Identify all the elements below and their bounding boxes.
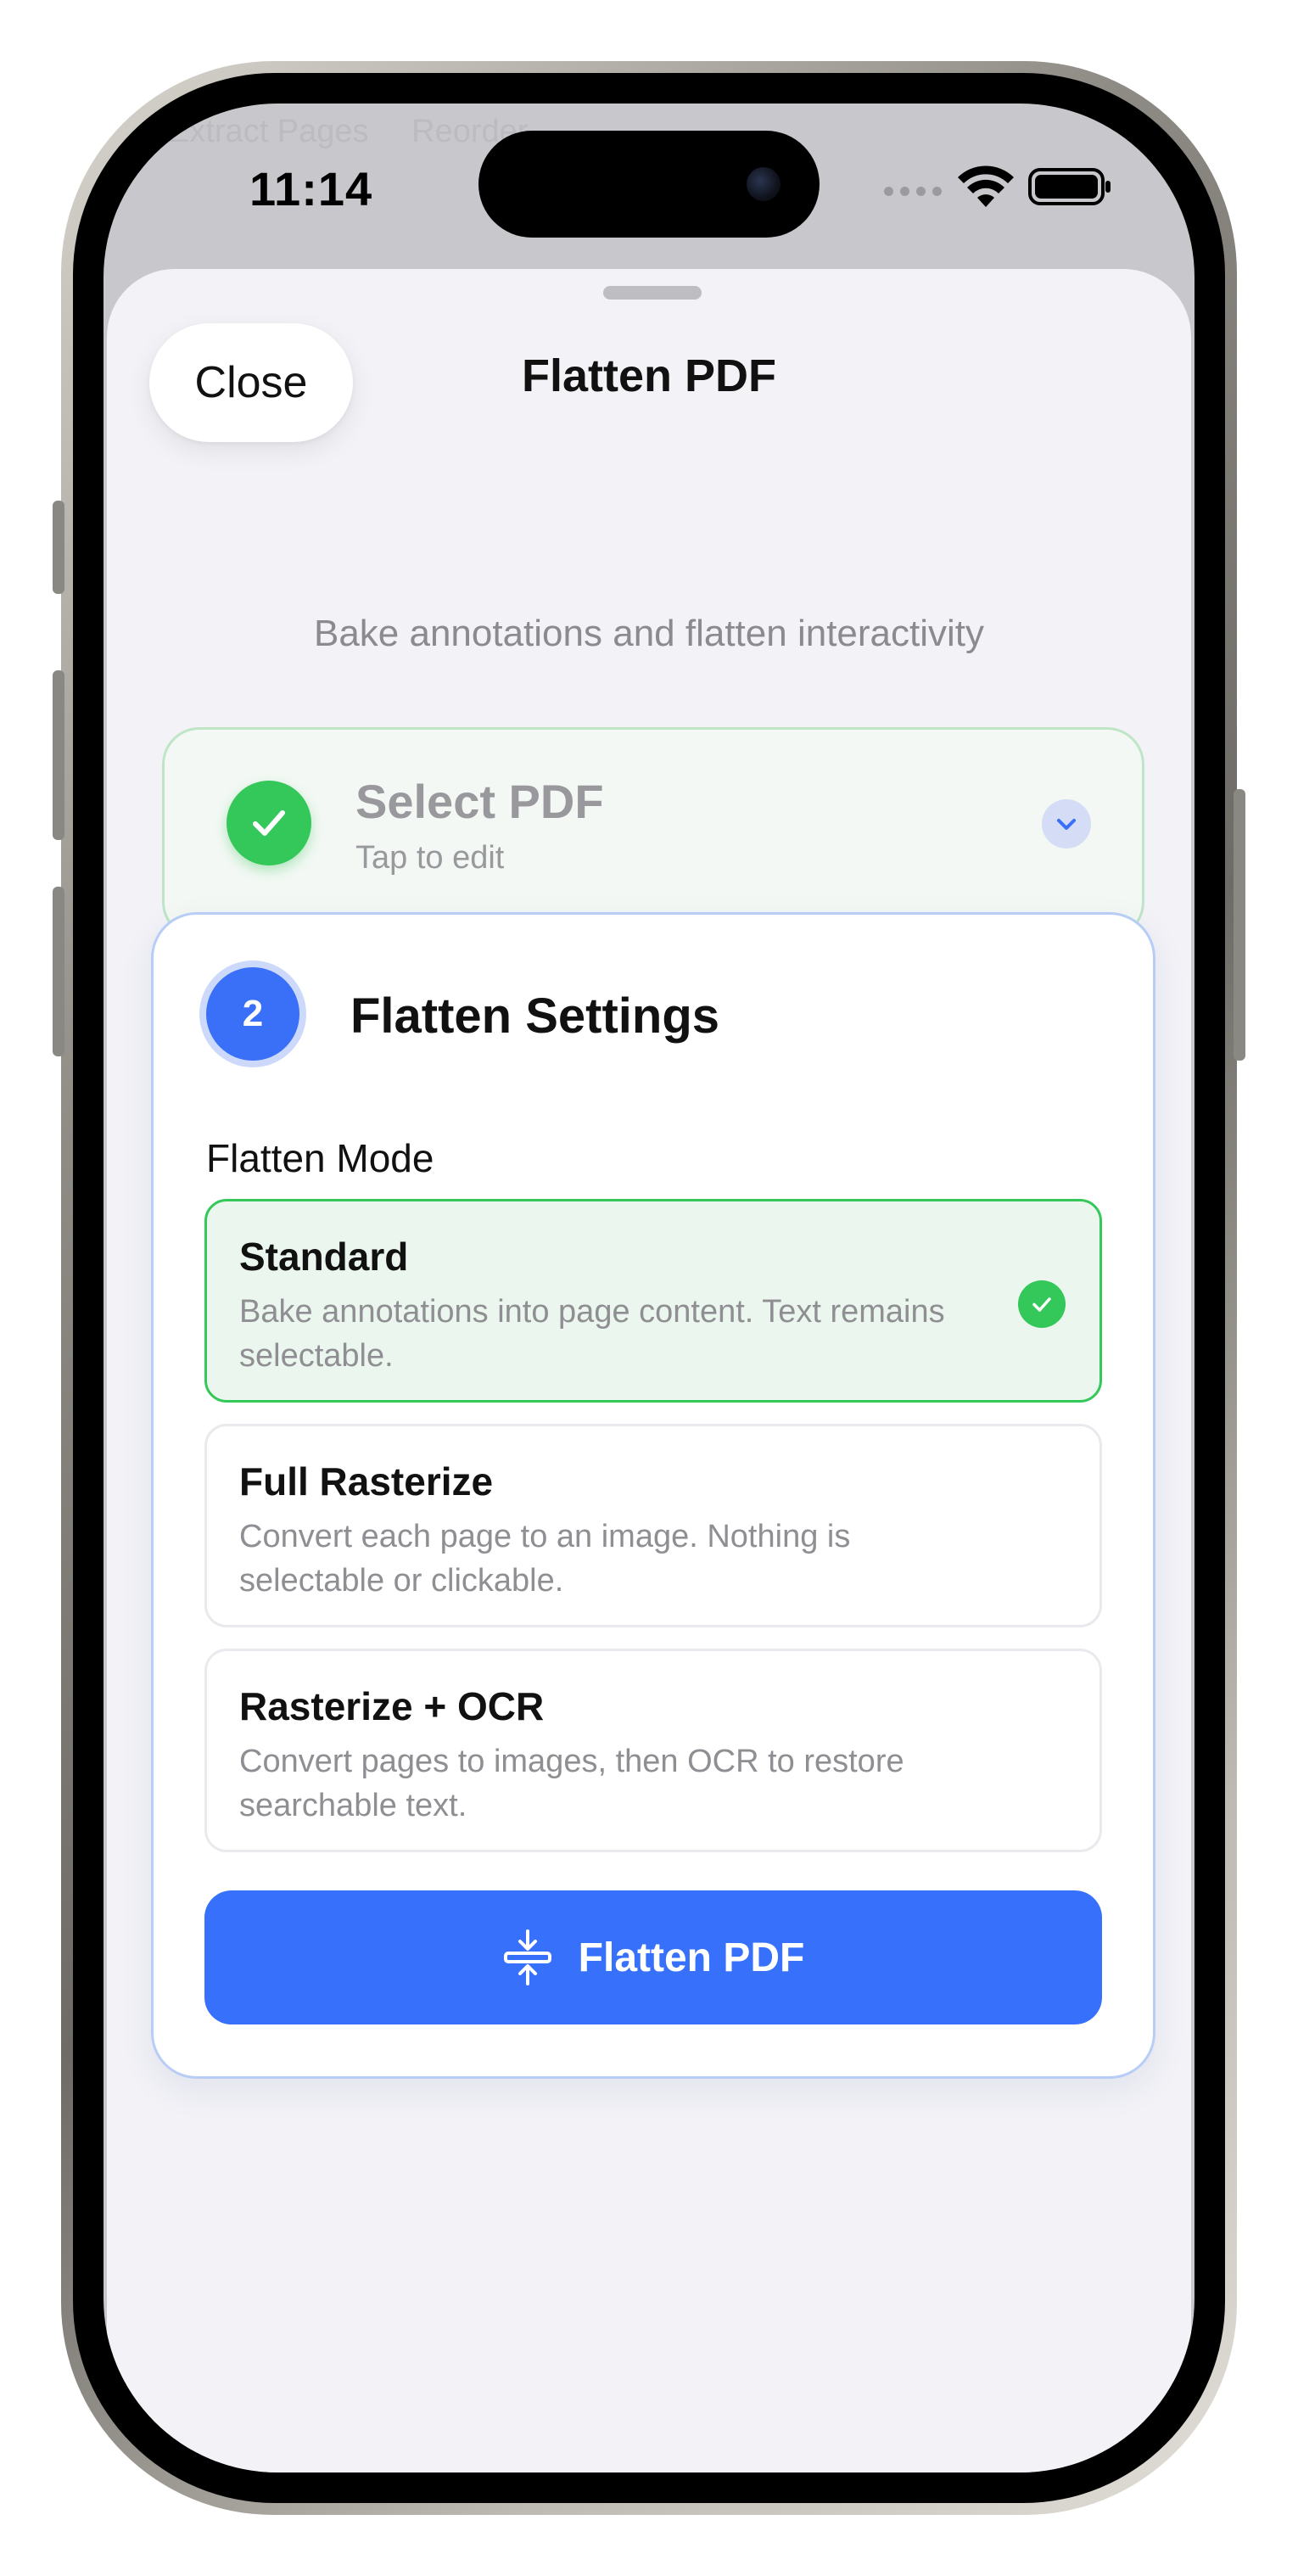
flatten-mode-label: Flatten Mode	[206, 1136, 434, 1180]
option-full-rasterize-description: Convert each page to an image. Nothing i…	[239, 1519, 851, 1599]
option-standard-description: Bake annotations into page content. Text…	[239, 1294, 945, 1374]
step-select-pdf-title: Select PDF	[355, 775, 604, 828]
step-select-pdf-card[interactable]: Select PDF Tap to edit	[162, 727, 1144, 939]
flatten-sheet: Close Flatten PDF Bake annotations and f…	[107, 269, 1191, 2472]
sheet-subtitle: Bake annotations and flatten interactivi…	[313, 613, 985, 654]
power-button	[1234, 789, 1245, 1061]
wifi-icon	[958, 165, 1014, 207]
option-rasterize-ocr-description: Convert pages to images, then OCR to res…	[239, 1744, 904, 1823]
step-number-badge: 2	[206, 967, 299, 1061]
option-rasterize-ocr[interactable]: Rasterize + OCR Convert pages to images,…	[204, 1649, 1102, 1852]
step-select-pdf-subtitle: Tap to edit	[355, 840, 505, 876]
action-button	[53, 501, 64, 594]
checkmark-circle-icon	[1018, 1280, 1066, 1328]
chevron-down-icon[interactable]	[1042, 799, 1091, 848]
phone-screen: Extract Pages Reorder 11:14 Close Flatte…	[104, 104, 1194, 2472]
signal-dots-icon	[884, 187, 942, 196]
option-full-rasterize[interactable]: Full Rasterize Convert each page to an i…	[204, 1424, 1102, 1627]
flatten-compress-icon	[503, 1929, 551, 1985]
option-rasterize-ocr-title: Rasterize + OCR	[239, 1684, 545, 1728]
background-tab-bar: Extract Pages Reorder	[168, 114, 528, 150]
step-flatten-settings-title: Flatten Settings	[350, 988, 720, 1044]
status-time: 11:14	[249, 162, 373, 216]
battery-icon	[1028, 168, 1111, 205]
flatten-pdf-button[interactable]: Flatten PDF	[204, 1890, 1102, 2024]
dynamic-island	[478, 131, 820, 238]
option-standard[interactable]: Standard Bake annotations into page cont…	[204, 1199, 1102, 1403]
volume-up-button	[53, 670, 64, 840]
volume-down-button	[53, 887, 64, 1056]
checkmark-circle-icon	[227, 781, 311, 865]
option-full-rasterize-title: Full Rasterize	[239, 1459, 494, 1504]
step-flatten-settings-card: 2 Flatten Settings Flatten Mode Standard…	[151, 912, 1155, 2079]
background-tab-extract-pages: Extract Pages	[168, 114, 369, 149]
sheet-title: Flatten PDF	[521, 350, 776, 401]
flatten-pdf-button-label: Flatten PDF	[578, 1935, 805, 1980]
front-camera-icon	[747, 167, 780, 201]
option-standard-title: Standard	[239, 1235, 409, 1279]
sheet-grabber[interactable]	[603, 286, 702, 300]
